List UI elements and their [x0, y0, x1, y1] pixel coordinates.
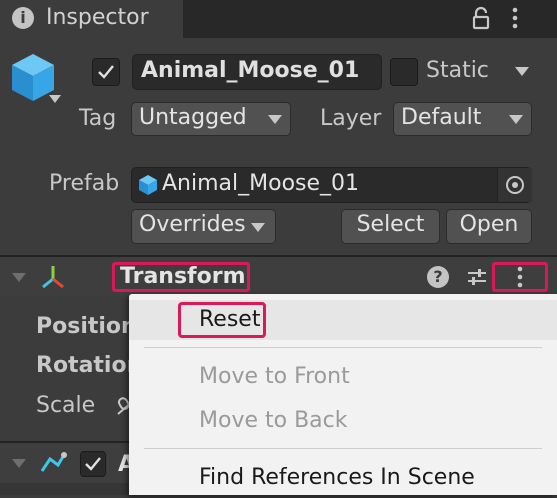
kebab-menu-icon[interactable]: [507, 6, 523, 30]
foldout-arrow-icon[interactable]: [12, 273, 26, 282]
menu-separator: [144, 347, 542, 348]
scale-label: Scale: [36, 393, 96, 418]
overrides-dropdown[interactable]: Overrides: [131, 209, 276, 244]
menu-item-move-to-back: Move to Back: [199, 408, 348, 433]
prefab-cube-icon: [139, 175, 157, 195]
chevron-down-icon: [251, 223, 265, 232]
prefab-value: Animal_Moose_01: [162, 171, 360, 196]
transform-axes-icon: [42, 266, 64, 289]
lock-icon[interactable]: [470, 6, 492, 30]
component-icon: [40, 452, 67, 472]
kebab-menu-icon: [517, 266, 523, 288]
tag-value: Untagged: [139, 105, 247, 130]
icon-dropdown-arrow[interactable]: [49, 95, 61, 103]
prefab-label: Prefab: [49, 171, 120, 196]
chevron-down-icon: [509, 115, 523, 124]
checkmark-icon: [85, 457, 101, 471]
foldout-arrow-icon[interactable]: [12, 459, 26, 468]
menu-item-find-references[interactable]: Find References In Scene: [129, 458, 557, 498]
highlight-box: [178, 302, 266, 338]
help-icon[interactable]: ?: [427, 266, 449, 288]
active-checkbox[interactable]: [92, 58, 120, 86]
target-icon: [506, 176, 524, 194]
layer-dropdown[interactable]: Default: [393, 102, 532, 136]
overrides-label: Overrides: [139, 212, 246, 237]
open-button[interactable]: Open: [446, 209, 532, 244]
tab-title: Inspector: [46, 5, 149, 30]
static-label: Static: [426, 58, 489, 83]
menu-item-move-to-front: Move to Front: [199, 364, 350, 389]
position-label: Position: [36, 314, 137, 339]
select-button[interactable]: Select: [341, 209, 440, 244]
tag-label: Tag: [79, 106, 117, 131]
info-icon: i: [12, 7, 34, 29]
name-field[interactable]: Animal_Moose_01: [132, 54, 382, 90]
context-menu: Reset Move to Front Move to Back Find Re…: [129, 294, 557, 495]
rotation-label: Rotation: [36, 353, 143, 378]
component-enabled-checkbox[interactable]: [80, 451, 106, 477]
layer-label: Layer: [320, 106, 382, 131]
presets-sliders-icon[interactable]: [465, 265, 489, 289]
menu-separator: [144, 448, 542, 449]
object-picker-icon[interactable]: [497, 168, 532, 202]
layer-value: Default: [401, 105, 482, 130]
transform-title[interactable]: Transform: [112, 262, 250, 292]
checkmark-icon: [98, 65, 114, 79]
static-dropdown-icon[interactable]: [515, 67, 529, 76]
chevron-down-icon: [268, 115, 282, 124]
component-menu-button[interactable]: [492, 262, 548, 292]
tab-inspector[interactable]: i Inspector: [0, 0, 183, 38]
static-checkbox[interactable]: [390, 58, 418, 86]
tag-dropdown[interactable]: Untagged: [131, 102, 291, 136]
